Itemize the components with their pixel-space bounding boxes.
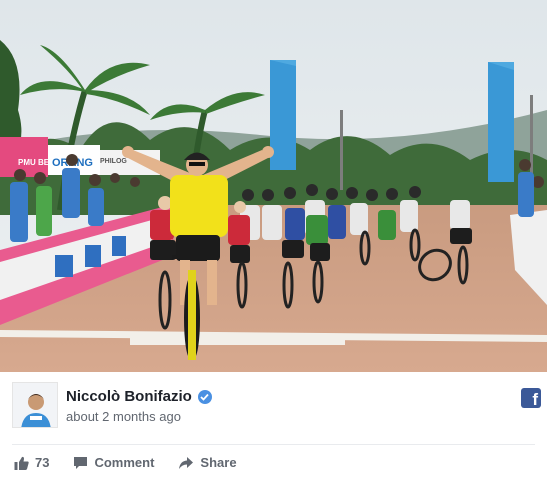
post-timestamp[interactable]: about 2 months ago: [66, 409, 181, 424]
like-count: 73: [35, 455, 50, 470]
post-photo[interactable]: PMU BET ORANG PHILOG: [0, 0, 547, 372]
comment-icon: [73, 456, 88, 470]
share-arrow-icon: [178, 456, 194, 470]
author-avatar[interactable]: [12, 382, 58, 428]
share-label: Share: [200, 455, 237, 470]
like-button[interactable]: 73: [14, 455, 49, 470]
share-button[interactable]: Share: [178, 455, 237, 470]
thumbs-up-icon: [14, 456, 29, 470]
action-bar: 73 Comment Share: [0, 445, 547, 480]
facebook-icon[interactable]: f: [521, 388, 541, 408]
comment-label: Comment: [94, 455, 155, 470]
author-row: Niccolò Bonifazio: [66, 388, 212, 405]
verified-badge-icon: [197, 389, 212, 404]
comment-button[interactable]: Comment: [73, 455, 154, 470]
post-header: Niccolò Bonifazio about 2 months ago f: [0, 372, 547, 444]
author-name[interactable]: Niccolò Bonifazio: [66, 388, 192, 405]
banner-text-philog: PHILOG: [100, 158, 127, 165]
